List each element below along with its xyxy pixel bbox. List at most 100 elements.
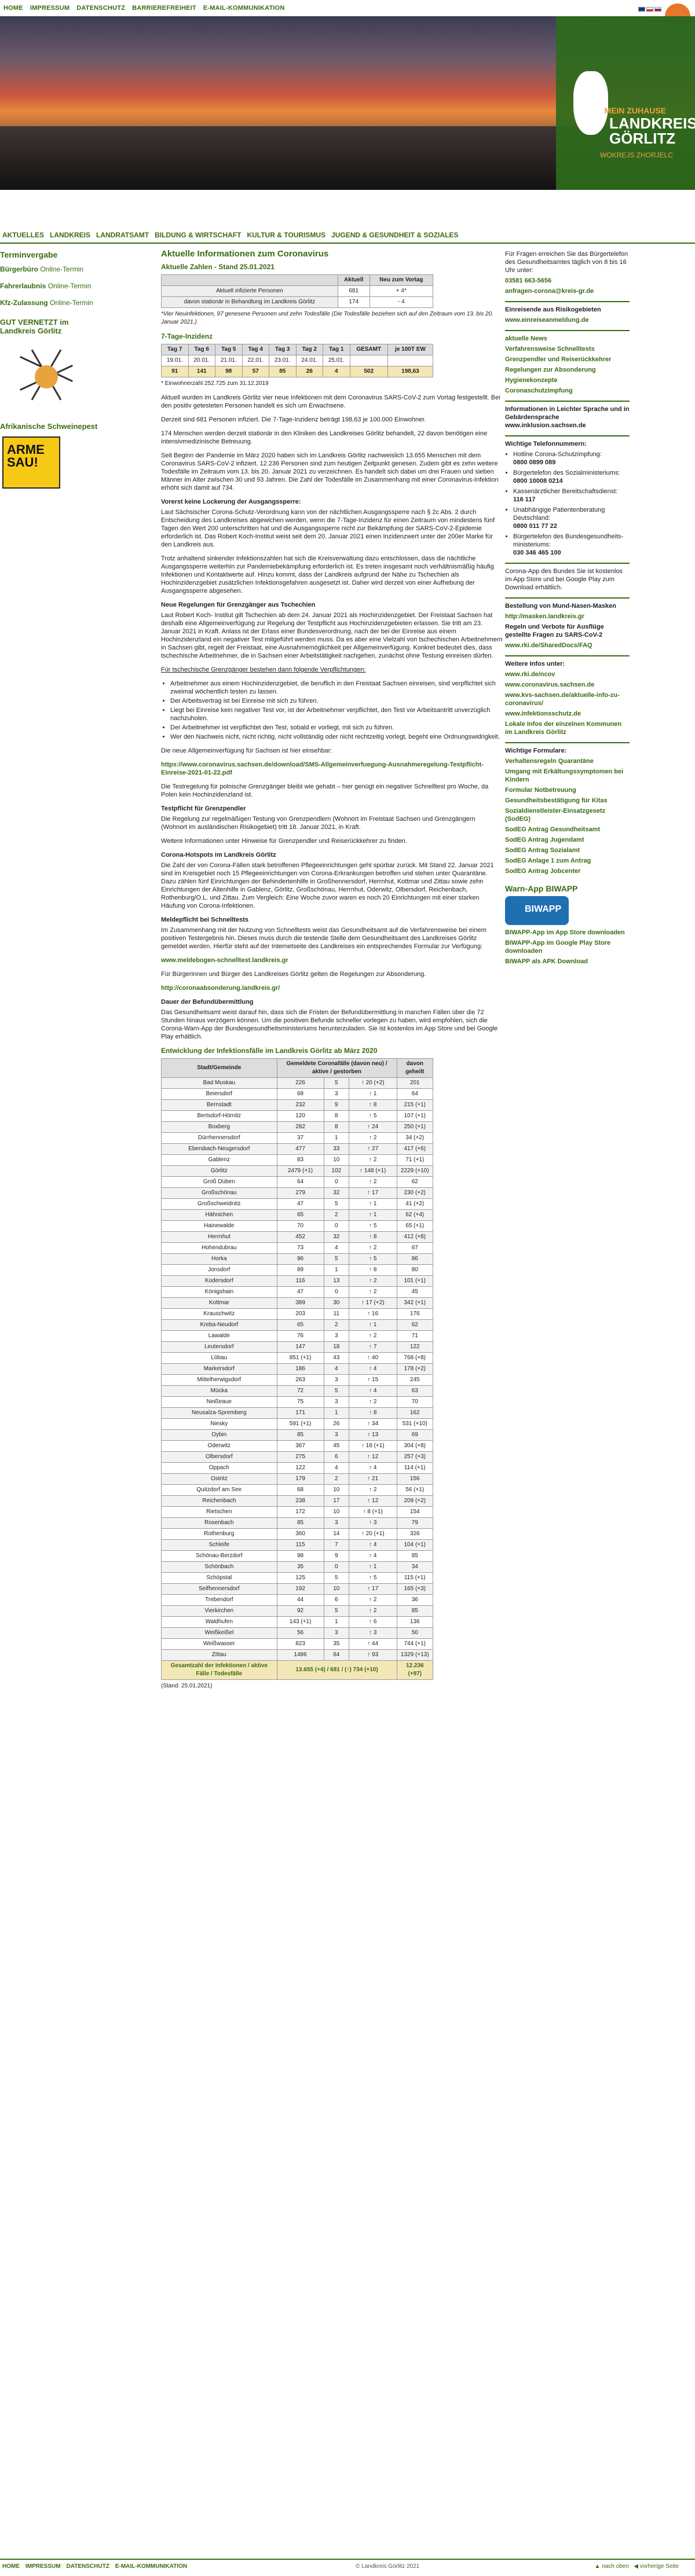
flag-pl-icon[interactable] [646,7,653,12]
section-heading: Testpflicht für Grenzpendler [161,805,246,812]
footer-email[interactable]: E-MAIL-KOMMUNIKATION [115,2563,187,2570]
footer-datenschutz[interactable]: DATENSCHUTZ [67,2563,109,2570]
table-row: 91 141 98 57 85 26 4 502 198,63 [161,366,434,377]
form-link[interactable]: SodEG Antrag Sozialamt [505,846,630,854]
table-note: *Vier Neuinfektionen, 97 genesene Person… [161,311,493,325]
development-title: Entwicklung der Infektionsfälle im Landk… [161,1047,378,1055]
weitere-title: Weitere Infos unter: [505,660,565,667]
form-link[interactable]: Gesundheitsbestätigung für Kitas [505,797,630,805]
table-row: Kreba-Neudorf 65 2 ↑ 1 62 [161,1319,434,1331]
link-coronavirus-sachsen[interactable]: www.coronavirus.sachsen.de [505,681,630,689]
table-row: Leutersdorf 147 18 ↑ 7 122 [161,1341,434,1353]
paragraph: Die Zahl der von Corona-Fällen stark bet… [161,862,494,909]
link-hygiene[interactable]: Hygienekonzepte [505,376,630,384]
footer-impressum[interactable]: IMPRESSUM [25,2563,61,2570]
topnav-impressum[interactable]: IMPRESSUM [30,5,70,12]
list-item: Der Arbeitsvertrag ist bei Einreise mit … [170,697,503,705]
table-row: Großschönau 279 32 ↑ 17 230 (+2) [161,1187,434,1199]
rki-faq-link[interactable]: www.rki.de/SharedDocs/FAQ [505,641,630,649]
sars-title: Regeln und Verbote für Ausflüge gestellt… [505,623,604,639]
absonderung-link[interactable]: http://coronaabsonderung.landkreis.gr/ [161,985,280,992]
termin-fahrerlaubnis[interactable]: Fahrerlaubnis Online-Termin [0,282,98,291]
section-heading: Neue Regelungen für Grenzgänger aus Tsch… [161,601,316,608]
section-heading: Vorerst keine Lockerung der Ausgangssper… [161,498,301,505]
topnav-email[interactable]: E-MAIL-KOMMUNIKATION [203,5,285,12]
form-link[interactable]: Verhaltensregeln Quarantäne [505,757,630,765]
paragraph: 174 Menschen werden derzeit stationär in… [161,430,488,445]
link-absonderung[interactable]: Regelungen zur Absonderung [505,366,630,374]
einreise-link[interactable]: www.einreiseanmeldung.de [505,316,630,324]
nav-jugend[interactable]: JUGEND & GESUNDHEIT & SOZIALES [331,231,458,239]
table-row: Oderwitz 367 45 ↑ 18 (+1) 304 (+8) [161,1440,434,1452]
list-item: Hotline Corona-Schutzimpfung:0800 0899 0… [513,450,630,467]
table-row: Beiersdorf 68 3 ↑ 1 64 [161,1088,434,1100]
form-link[interactable]: SodEG Antrag Jugendamt [505,836,630,844]
masken-link[interactable]: http://masken.landkreis.gr [505,612,630,621]
form-link[interactable]: Formular Notbetreuung [505,786,630,794]
table-row: Waldhufen 143 (+1) 1 ↑ 6 136 [161,1616,434,1628]
footer-nav[interactable]: ▲ nach oben ◀ vorherige Seite [595,2563,679,2570]
schweinepest-title[interactable]: Afrikanische Schweinepest [0,422,98,431]
flag-en-icon[interactable] [638,7,645,12]
footer-home[interactable]: HOME [2,2563,20,2570]
topnav-datenschutz[interactable]: DATENSCHUTZ [76,5,125,12]
link-rki[interactable]: www.rki.de/ncov [505,670,630,678]
biwapp-apk[interactable]: BIWAPP als APK Download [505,957,630,966]
link-grenzpendler[interactable]: Grenzpendler und Reiserückkehrer [505,355,630,364]
nav-divider [0,243,695,244]
topnav-barrierefreiheit[interactable]: BARRIEREFREIHEIT [132,5,196,12]
list-item: Liegt bei Einreise kein negativer Test v… [170,706,503,722]
link-news[interactable]: aktuelle News [505,335,630,343]
paragraph: Derzeit sind 681 Personen infiziert. Die… [161,416,426,423]
biwapp-appstore[interactable]: BIWAPP-App im App Store downloaden [505,929,630,937]
list-item: Wer den Nachweis nicht, nicht richtig, n… [170,733,503,741]
link-impfung[interactable]: Coronaschutzimpfung [505,387,630,395]
masken-title: Bestellung von Mund-Nasen-Masken [505,603,616,610]
topnav-home[interactable]: HOME [3,5,23,12]
gut-vernetzt-title[interactable]: GUT VERNETZT im Landkreis Görlitz [0,318,98,335]
allgemeinverfuegung-link[interactable]: https://www.coronavirus.sachsen.de/downl… [161,761,484,776]
list-item: Der Arbeitnehmer ist verpflichtet den Te… [170,724,503,732]
termin-buergerbuero[interactable]: Bürgerbüro Online-Termin [0,265,98,274]
inzidenz-note: * Einwohnerzahl 252.725 zum 31.12.2019 [161,380,269,387]
form-link[interactable]: SodEG Anlage 1 zum Antrag [505,857,630,865]
paragraph: Die Testregelung für polnische Grenzgäng… [161,783,489,798]
page-title: Aktuelle Informationen zum Coronavirus [161,249,329,259]
paragraph: Für tschechische Grenzgänger bestehen da… [161,666,366,673]
right-sidebar: Für Fragen erreichen Sie das Bürgertelef… [505,250,630,968]
table-row: Horka 96 5 ↑ 5 86 [161,1253,434,1265]
link-schnelltests[interactable]: Verfahrensweise Schnelltests [505,345,630,353]
nav-landratsamt[interactable]: LANDRATSAMT [96,231,149,239]
nav-kultur[interactable]: KULTUR & TOURISMUS [247,231,325,239]
meldebogen-link[interactable]: www.meldebogen-schnelltest.landkreis.gr [161,957,288,964]
table-row: Schönbach 35 0 ↑ 1 34 [161,1561,434,1573]
list-item: Kassenärztlicher Bereitschaftsdienst:116… [513,487,630,504]
paragraph: Seit Beginn der Pandemie im März 2020 ha… [161,452,499,491]
link-kommunen[interactable]: Lokale Infos der einzelnen Kommunen im L… [505,720,630,736]
table-row: Hohendubrau 73 4 ↑ 2 67 [161,1242,434,1254]
spider-mascot-icon[interactable] [12,342,81,412]
form-link[interactable]: SodEG Antrag Jobcenter [505,867,630,875]
form-link[interactable]: SodEG Antrag Gesundheitsamt [505,825,630,834]
termin-kfz[interactable]: Kfz-Zulassung Online-Termin [0,299,98,307]
nav-bildung[interactable]: BILDUNG & WIRTSCHAFT [155,231,241,239]
warnapp-title: Warn-App BIWAPP [505,884,578,893]
table-row: Oybin 85 3 ↑ 13 69 [161,1429,434,1441]
arme-sau-banner[interactable]: ARME SAU! [2,436,60,489]
link-kvs[interactable]: www.kvs-sachsen.de/aktuelle-info-zu-coro… [505,691,630,707]
telefon-title: Wichtige Telefonnummern: [505,441,587,447]
link-infektionsschutz[interactable]: www.infektionsschutz.de [505,710,630,718]
nav-landkreis[interactable]: LANDKREIS [50,231,90,239]
banner-tagline: MEIN ZUHAUSE [604,106,666,115]
hotline-email[interactable]: anfragen-corona@kreis-gr.de [505,287,630,295]
form-link[interactable]: Sozialdienstleister-Einsatzgesetz (SodEG… [505,807,630,823]
table-row: Weißwasser 823 35 ↑ 44 744 (+1) [161,1638,434,1650]
nav-aktuelles[interactable]: AKTUELLES [2,231,44,239]
table-row: Seifhennersdorf 192 10 ↑ 17 165 (+3) [161,1583,434,1595]
form-link[interactable]: Umgang mit Erkältungssymptomen bei Kinde… [505,768,630,784]
biwapp-logo[interactable]: BIWAPP [505,896,569,925]
leichte-sprache[interactable]: Informationen in Leichter Sprache und in… [505,405,630,430]
hotline-phone[interactable]: 03581 663-5656 [505,277,630,285]
flag-cz-icon[interactable] [654,7,661,12]
biwapp-playstore[interactable]: BIWAPP-App im Google Play Store download… [505,939,630,955]
